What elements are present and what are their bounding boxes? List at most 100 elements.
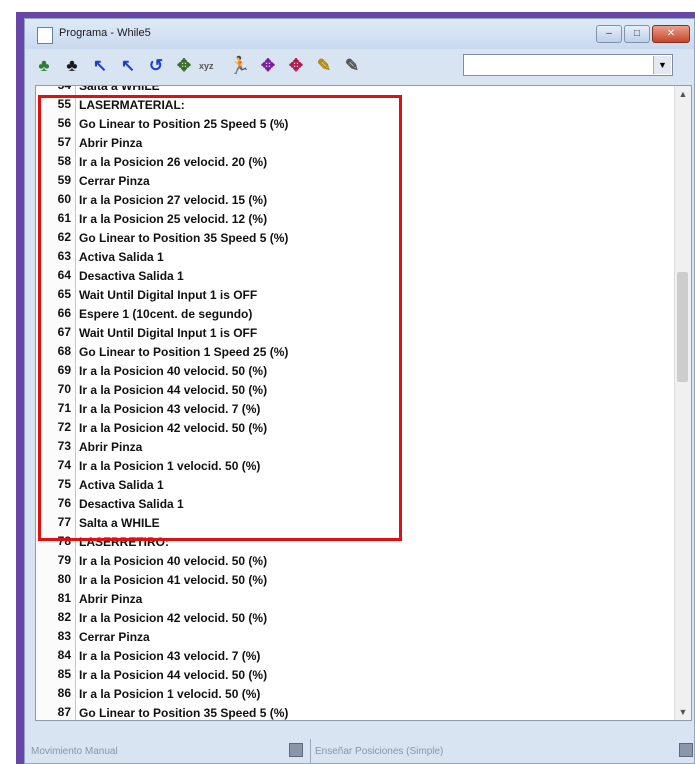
line-command: Ir a la Posicion 43 velocid. 7 (%) bbox=[79, 401, 261, 416]
line-number: 87 bbox=[36, 703, 76, 720]
line-command: Abrir Pinza bbox=[79, 439, 143, 454]
joint-move-icon[interactable]: ✥ bbox=[171, 53, 197, 79]
program-line[interactable]: 69 Ir a la Posicion 40 velocid. 50 (%) bbox=[36, 361, 676, 380]
gripper-close-icon[interactable]: ✥ bbox=[283, 53, 309, 79]
minimize-icon: – bbox=[606, 28, 612, 39]
program-line[interactable]: 70 Ir a la Posicion 44 velocid. 50 (%) bbox=[36, 380, 676, 399]
xyz-icon[interactable]: xyz bbox=[199, 61, 225, 71]
line-command: Ir a la Posicion 40 velocid. 50 (%) bbox=[79, 553, 268, 568]
scroll-up-icon[interactable]: ▲ bbox=[675, 86, 691, 102]
program-line[interactable]: 56 Go Linear to Position 25 Speed 5 (%) bbox=[36, 114, 676, 133]
line-command: Go Linear to Position 35 Speed 5 (%) bbox=[79, 705, 289, 720]
program-line[interactable]: 73 Abrir Pinza bbox=[36, 437, 676, 456]
teach-tool-icon[interactable]: ✎ bbox=[339, 53, 365, 79]
program-line[interactable]: 83 Cerrar Pinza bbox=[36, 627, 676, 646]
program-line[interactable]: 85 Ir a la Posicion 44 velocid. 50 (%) bbox=[36, 665, 676, 684]
program-line[interactable]: 65 Wait Until Digital Input 1 is OFF bbox=[36, 285, 676, 304]
line-number: 73 bbox=[36, 437, 76, 456]
line-command: Activa Salida 1 bbox=[79, 477, 164, 492]
scroll-thumb[interactable] bbox=[677, 272, 688, 382]
line-command: Ir a la Posicion 1 velocid. 50 (%) bbox=[79, 458, 261, 473]
manual-move-button[interactable] bbox=[289, 743, 303, 757]
line-number: 74 bbox=[36, 456, 76, 475]
program-list[interactable]: 54 Salta a WHILE 55 LASERMATERIAL: 56 Go Line… bbox=[35, 85, 692, 721]
vertical-scrollbar[interactable]: ▲ ▼ bbox=[674, 86, 691, 720]
line-number: 60 bbox=[36, 190, 76, 209]
line-command: Activa Salida 1 bbox=[79, 249, 164, 264]
program-line[interactable]: 79 Ir a la Posicion 40 velocid. 50 (%) bbox=[36, 551, 676, 570]
command-combo[interactable]: ▼ bbox=[463, 54, 673, 76]
robot-arm-icon[interactable]: ♣ bbox=[59, 53, 85, 79]
rotate-icon[interactable]: ↺ bbox=[143, 53, 169, 79]
program-line[interactable]: 87 Go Linear to Position 35 Speed 5 (%) bbox=[36, 703, 676, 720]
maximize-button[interactable]: □ bbox=[624, 25, 650, 43]
program-line[interactable]: 75 Activa Salida 1 bbox=[36, 475, 676, 494]
status-divider bbox=[310, 739, 311, 763]
dropdown-arrow-icon[interactable]: ▼ bbox=[653, 56, 671, 74]
line-command: Cerrar Pinza bbox=[79, 629, 150, 644]
line-command: Abrir Pinza bbox=[79, 591, 143, 606]
move-diagonal-icon[interactable]: ↖ bbox=[115, 53, 141, 79]
line-number: 83 bbox=[36, 627, 76, 646]
program-line[interactable]: 62 Go Linear to Position 35 Speed 5 (%) bbox=[36, 228, 676, 247]
line-number: 72 bbox=[36, 418, 76, 437]
line-number: 57 bbox=[36, 133, 76, 152]
program-line[interactable]: 74 Ir a la Posicion 1 velocid. 50 (%) bbox=[36, 456, 676, 475]
program-line[interactable]: 71 Ir a la Posicion 43 velocid. 7 (%) bbox=[36, 399, 676, 418]
line-number: 82 bbox=[36, 608, 76, 627]
program-line[interactable]: 61 Ir a la Posicion 25 velocid. 12 (%) bbox=[36, 209, 676, 228]
minimize-button[interactable]: – bbox=[596, 25, 622, 43]
line-command: Go Linear to Position 1 Speed 25 (%) bbox=[79, 344, 289, 359]
program-line[interactable]: 66 Espere 1 (10cent. de segundo) bbox=[36, 304, 676, 323]
line-command: Desactiva Salida 1 bbox=[79, 496, 184, 511]
line-command: Espere 1 (10cent. de segundo) bbox=[79, 306, 253, 321]
program-line[interactable]: 64 Desactiva Salida 1 bbox=[36, 266, 676, 285]
line-number: 59 bbox=[36, 171, 76, 190]
program-line[interactable]: 76 Desactiva Salida 1 bbox=[36, 494, 676, 513]
program-line[interactable]: 68 Go Linear to Position 1 Speed 25 (%) bbox=[36, 342, 676, 361]
program-line[interactable]: 82 Ir a la Posicion 42 velocid. 50 (%) bbox=[36, 608, 676, 627]
program-line[interactable]: 57 Abrir Pinza bbox=[36, 133, 676, 152]
line-number: 79 bbox=[36, 551, 76, 570]
program-line[interactable]: 86 Ir a la Posicion 1 velocid. 50 (%) bbox=[36, 684, 676, 703]
line-command: Ir a la Posicion 25 velocid. 12 (%) bbox=[79, 211, 268, 226]
program-line[interactable]: 81 Abrir Pinza bbox=[36, 589, 676, 608]
line-command: Salta a WHILE bbox=[79, 85, 160, 93]
program-line[interactable]: 72 Ir a la Posicion 42 velocid. 50 (%) bbox=[36, 418, 676, 437]
scroll-down-icon[interactable]: ▼ bbox=[675, 704, 691, 720]
title-bar[interactable]: Programa - While5 – □ ✕ bbox=[25, 19, 694, 49]
line-command: Abrir Pinza bbox=[79, 135, 143, 150]
line-number: 66 bbox=[36, 304, 76, 323]
program-window: Programa - While5 – □ ✕ ♣ ♣ ↖ ↖ ↺ ✥ xyz 🏃 ✥ ✥ ✎ ✎ ▼… bbox=[24, 18, 695, 764]
line-number: 55 bbox=[36, 95, 76, 114]
line-number: 67 bbox=[36, 323, 76, 342]
robot-home-icon[interactable]: ♣ bbox=[31, 53, 57, 79]
program-line[interactable]: 59 Cerrar Pinza bbox=[36, 171, 676, 190]
program-line[interactable]: 77 Salta a WHILE bbox=[36, 513, 676, 532]
close-button[interactable]: ✕ bbox=[652, 25, 690, 43]
gripper-open-icon[interactable]: ✥ bbox=[255, 53, 281, 79]
program-line[interactable]: 67 Wait Until Digital Input 1 is OFF bbox=[36, 323, 676, 342]
line-command: Salta a WHILE bbox=[79, 515, 160, 530]
status-bar: Movimiento Manual Enseñar Posiciones (Si… bbox=[25, 733, 694, 763]
running-man-icon[interactable]: 🏃 bbox=[227, 53, 253, 79]
close-icon: ✕ bbox=[666, 28, 676, 39]
program-line[interactable]: 80 Ir a la Posicion 41 velocid. 50 (%) bbox=[36, 570, 676, 589]
program-line[interactable]: 55 LASERMATERIAL: bbox=[36, 95, 676, 114]
line-command: Ir a la Posicion 42 velocid. 50 (%) bbox=[79, 610, 268, 625]
line-number: 56 bbox=[36, 114, 76, 133]
program-line[interactable]: 60 Ir a la Posicion 27 velocid. 15 (%) bbox=[36, 190, 676, 209]
line-command: Ir a la Posicion 1 velocid. 50 (%) bbox=[79, 686, 261, 701]
teach-positions-button[interactable] bbox=[679, 743, 693, 757]
line-command: Ir a la Posicion 42 velocid. 50 (%) bbox=[79, 420, 268, 435]
line-number: 65 bbox=[36, 285, 76, 304]
teach-icon[interactable]: ✎ bbox=[311, 53, 337, 79]
line-number: 71 bbox=[36, 399, 76, 418]
program-line[interactable]: 58 Ir a la Posicion 26 velocid. 20 (%) bbox=[36, 152, 676, 171]
program-line[interactable]: 84 Ir a la Posicion 43 velocid. 7 (%) bbox=[36, 646, 676, 665]
move-up-icon[interactable]: ↖ bbox=[87, 53, 113, 79]
program-line[interactable]: 54 Salta a WHILE bbox=[36, 85, 676, 95]
program-line[interactable]: 78 LASERRETIRO: bbox=[36, 532, 676, 551]
line-number: 85 bbox=[36, 665, 76, 684]
program-line[interactable]: 63 Activa Salida 1 bbox=[36, 247, 676, 266]
